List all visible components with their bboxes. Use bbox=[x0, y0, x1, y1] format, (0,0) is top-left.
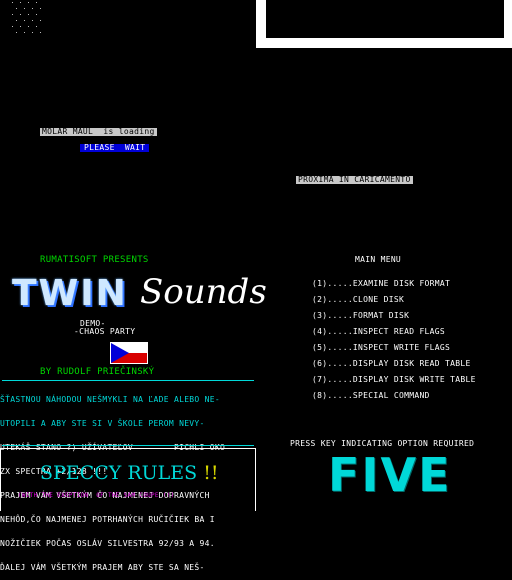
white-frame-inner bbox=[266, 0, 504, 38]
scroll-line: NOŽIČIEK POČAS OSLÁV SILVESTRA 92/93 A 9… bbox=[0, 539, 215, 548]
exception-note: (WITH THE EXEPTION OF THE SAM COUPE !!) bbox=[18, 492, 175, 499]
speccy-rules-text: SPECCY RULES bbox=[40, 462, 198, 484]
speccy-exclamation: !! bbox=[203, 462, 219, 484]
czech-flag-icon bbox=[110, 342, 148, 364]
speccy-rules-title: SPECCY RULES !! bbox=[40, 462, 218, 484]
scroller-text: ŠŤASTNOU NÁHODOU NEŠMYKLI NA ĽADE ALEBO … bbox=[0, 380, 256, 572]
menu-item-1[interactable]: (1).....EXAMINE DISK FORMAT bbox=[312, 280, 450, 288]
proxima-banner: PROXIMA IN CARICAMENTO bbox=[296, 175, 413, 184]
scroll-line: ĎALEJ VÁM VŠETKÝM PRAJEM ABY STE SA NEŠ- bbox=[0, 563, 205, 572]
sounds-logo: Sounds bbox=[140, 272, 267, 312]
menu-item-5[interactable]: (5).....INSPECT WRITE FLAGS bbox=[312, 344, 450, 352]
author-byline: BY RUDOLF PRIEČINSKÝ bbox=[40, 367, 155, 377]
five-big-text: FIVE bbox=[328, 448, 452, 502]
dot-pattern bbox=[12, 2, 41, 33]
menu-item-8[interactable]: (8).....SPECIAL COMMAND bbox=[312, 392, 430, 400]
menu-item-4[interactable]: (4).....INSPECT READ FLAGS bbox=[312, 328, 445, 336]
presents-title: RUMATISOFT PRESENTS bbox=[40, 255, 149, 265]
menu-item-2[interactable]: (2).....CLONE DISK bbox=[312, 296, 404, 304]
scroll-line: NEHÔD,ČO NAJMENEJ POTRHANÝCH RUČIČIEK BA… bbox=[0, 515, 215, 524]
menu-item-3[interactable]: (3).....FORMAT DISK bbox=[312, 312, 409, 320]
chaos-party-label: -CHAOS PARTY bbox=[74, 327, 136, 336]
menu-item-6[interactable]: (6).....DISPLAY DISK READ TABLE bbox=[312, 360, 471, 368]
scroll-line: UTOPILI A ABY STE SI V ŠKOLE PEROM NEVY- bbox=[0, 419, 205, 428]
key-prompt: PRESS KEY INDICATING OPTION REQUIRED bbox=[290, 439, 475, 448]
twin-logo: TWIN bbox=[12, 273, 128, 314]
menu-item-7[interactable]: (7).....DISPLAY DISK WRITE TABLE bbox=[312, 376, 476, 384]
scroll-line: ŠŤASTNOU NÁHODOU NEŠMYKLI NA ĽADE ALEBO … bbox=[0, 395, 221, 404]
scroll-divider bbox=[2, 445, 254, 446]
main-menu-title: MAIN MENU bbox=[355, 255, 402, 264]
loading-banner: MOLAR MAUL is loading bbox=[40, 127, 157, 136]
wait-banner: PLEASE WAIT bbox=[80, 144, 150, 152]
